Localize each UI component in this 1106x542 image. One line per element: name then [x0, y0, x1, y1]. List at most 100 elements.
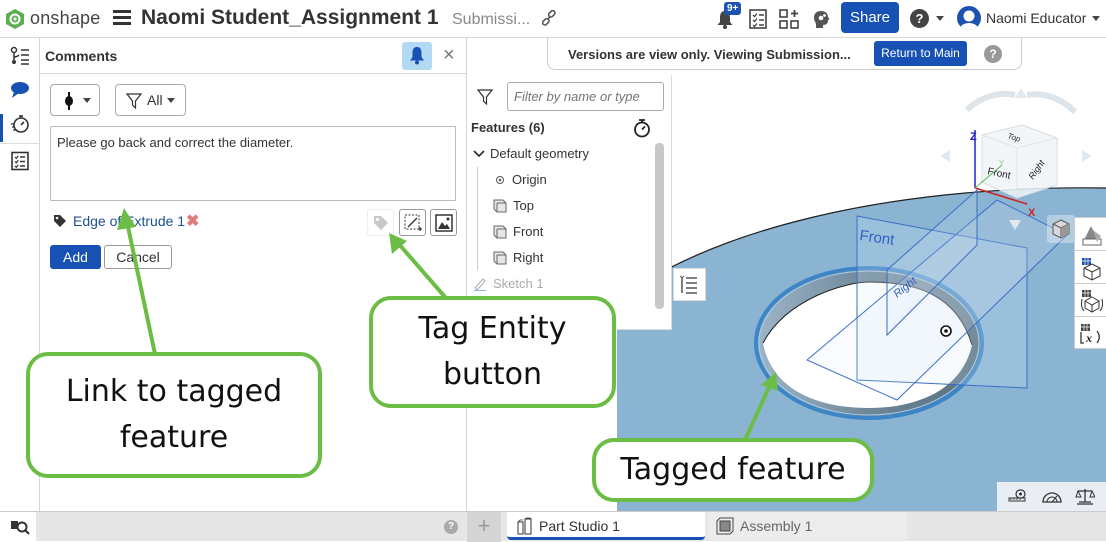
- logo-text: onshape: [30, 8, 101, 28]
- appearance-swatches-icon: [1082, 226, 1102, 246]
- tab-part-studio-1[interactable]: Part Studio 1: [507, 512, 705, 540]
- comment-icon[interactable]: [10, 80, 30, 100]
- notification-count-badge: 9+: [724, 2, 742, 15]
- user-name[interactable]: Naomi Educator: [986, 10, 1086, 26]
- find-in-tabs-icon[interactable]: [10, 519, 30, 535]
- rail-divider: [0, 143, 40, 144]
- add-tab-button[interactable]: +: [467, 512, 501, 542]
- filter-value: All: [147, 92, 163, 108]
- rollback-stopwatch-icon[interactable]: [633, 118, 651, 138]
- variables-button[interactable]: x: [1075, 317, 1106, 350]
- user-menu-caret-icon[interactable]: [1092, 16, 1100, 21]
- bottom-tab-bar: ? + Part Studio 1 Assembly 1: [0, 511, 1106, 542]
- plane-icon: [493, 199, 507, 213]
- assembly-icon: [716, 517, 734, 535]
- learning-center-icon[interactable]: [810, 8, 832, 30]
- mass-properties-scale-icon[interactable]: [1075, 487, 1095, 505]
- comment-filter-dropdown[interactable]: All: [115, 84, 186, 116]
- tag-icon: [54, 215, 66, 227]
- app-store-add-icon[interactable]: [778, 8, 800, 30]
- svg-text:Y: Y: [999, 159, 1005, 168]
- user-avatar[interactable]: [957, 6, 981, 30]
- image-icon: [435, 214, 453, 232]
- tag-icon: [374, 216, 388, 230]
- tab-label: Assembly 1: [740, 518, 813, 534]
- origin-icon: [496, 176, 504, 184]
- features-count-title: Features (6): [471, 120, 545, 135]
- document-version-subtitle[interactable]: Submissi...: [452, 11, 530, 29]
- link-icon[interactable]: [541, 10, 557, 26]
- svg-text:X: X: [1028, 207, 1036, 219]
- feature-list-toggle-button[interactable]: [673, 268, 706, 301]
- bell-icon: [410, 47, 424, 65]
- comments-title: Comments: [45, 48, 118, 64]
- configuration-table-icon: [1080, 290, 1104, 313]
- pin-marker-icon: [65, 92, 73, 110]
- tree-line: [477, 167, 478, 270]
- tab-label: Part Studio 1: [539, 518, 620, 534]
- svg-text:Z: Z: [970, 131, 977, 143]
- dashed-select-pencil-icon: [404, 214, 422, 231]
- comments-header: Comments ×: [40, 38, 467, 74]
- tape-measure-icon[interactable]: [1007, 488, 1027, 504]
- callout-tagged-feature: Tagged feature: [592, 438, 874, 502]
- onshape-logo-icon[interactable]: [6, 9, 24, 29]
- tagged-entity-link[interactable]: Edge of Extrude 1: [73, 213, 185, 229]
- attach-image-button[interactable]: [430, 209, 457, 236]
- feature-list-panel: Features (6) Default geometry Origin Top…: [467, 75, 672, 330]
- help-icon[interactable]: ?: [910, 9, 929, 28]
- svg-text:x: x: [1085, 331, 1092, 345]
- plane-icon: [493, 225, 507, 239]
- comment-position-dropdown[interactable]: [50, 84, 100, 116]
- feature-list-scrollbar[interactable]: [655, 143, 664, 309]
- help-icon[interactable]: ?: [444, 520, 458, 534]
- plane-icon: [493, 251, 507, 265]
- parts-table-button[interactable]: [1075, 251, 1106, 284]
- list-toggle-icon: [679, 275, 697, 294]
- filter-funnel-icon[interactable]: [477, 89, 493, 105]
- help-icon[interactable]: ?: [984, 45, 1002, 63]
- document-title[interactable]: Naomi Student_Assignment 1: [141, 6, 439, 30]
- right-toolbar: x: [1074, 217, 1106, 349]
- version-banner-text: Versions are view only. Viewing Submissi…: [568, 47, 851, 62]
- checklist-icon[interactable]: [10, 151, 30, 171]
- feature-list-icon[interactable]: [10, 46, 30, 66]
- measure-toolbar: [997, 482, 1106, 511]
- cancel-button[interactable]: Cancel: [104, 245, 172, 269]
- feature-filter-input[interactable]: [507, 82, 664, 111]
- view-options-button[interactable]: [1047, 215, 1075, 243]
- chevron-down-icon: [167, 98, 175, 103]
- variable-table-icon: x: [1080, 324, 1100, 345]
- filter-funnel-icon: [126, 93, 142, 109]
- version-banner: Versions are view only. Viewing Submissi…: [547, 38, 1022, 70]
- user-silhouette-icon: [960, 10, 978, 30]
- remove-tag-icon[interactable]: ✖: [186, 211, 199, 231]
- top-bar: onshape Naomi Student_Assignment 1 Submi…: [0, 0, 1106, 38]
- add-comment-button[interactable]: Add: [50, 245, 101, 269]
- part-studio-icon: [517, 517, 532, 535]
- chevron-down-icon: [83, 98, 91, 103]
- bottom-left-corner: [0, 512, 36, 542]
- protractor-icon[interactable]: [1041, 488, 1063, 504]
- tab-assembly-1[interactable]: Assembly 1: [708, 512, 907, 540]
- stopwatch-icon[interactable]: [10, 114, 30, 134]
- parts-table-icon: [1082, 258, 1101, 281]
- callout-tag-entity-button: Tag Entity button: [369, 296, 616, 408]
- tasks-checklist-icon[interactable]: [747, 8, 769, 30]
- share-button[interactable]: Share: [841, 2, 899, 33]
- cube-icon: [1052, 219, 1070, 239]
- hamburger-menu-icon[interactable]: [113, 10, 131, 26]
- tag-entity-button[interactable]: [367, 209, 394, 236]
- close-comments-button[interactable]: ×: [443, 44, 455, 67]
- help-dropdown-caret-icon[interactable]: [936, 16, 944, 21]
- return-to-main-button[interactable]: Return to Main: [874, 41, 967, 66]
- comment-textarea[interactable]: Please go back and correct the diameter.: [50, 126, 456, 201]
- active-indicator: [0, 114, 3, 142]
- callout-link-to-tagged-feature: Link to tagged feature: [26, 352, 322, 478]
- markup-screenshot-button[interactable]: [399, 209, 426, 236]
- sketch-pencil-icon: [474, 278, 486, 291]
- appearance-button[interactable]: [1075, 218, 1106, 251]
- comment-notifications-button[interactable]: [402, 42, 432, 70]
- chevron-down-icon: [473, 150, 485, 158]
- configurations-button[interactable]: [1075, 284, 1106, 317]
